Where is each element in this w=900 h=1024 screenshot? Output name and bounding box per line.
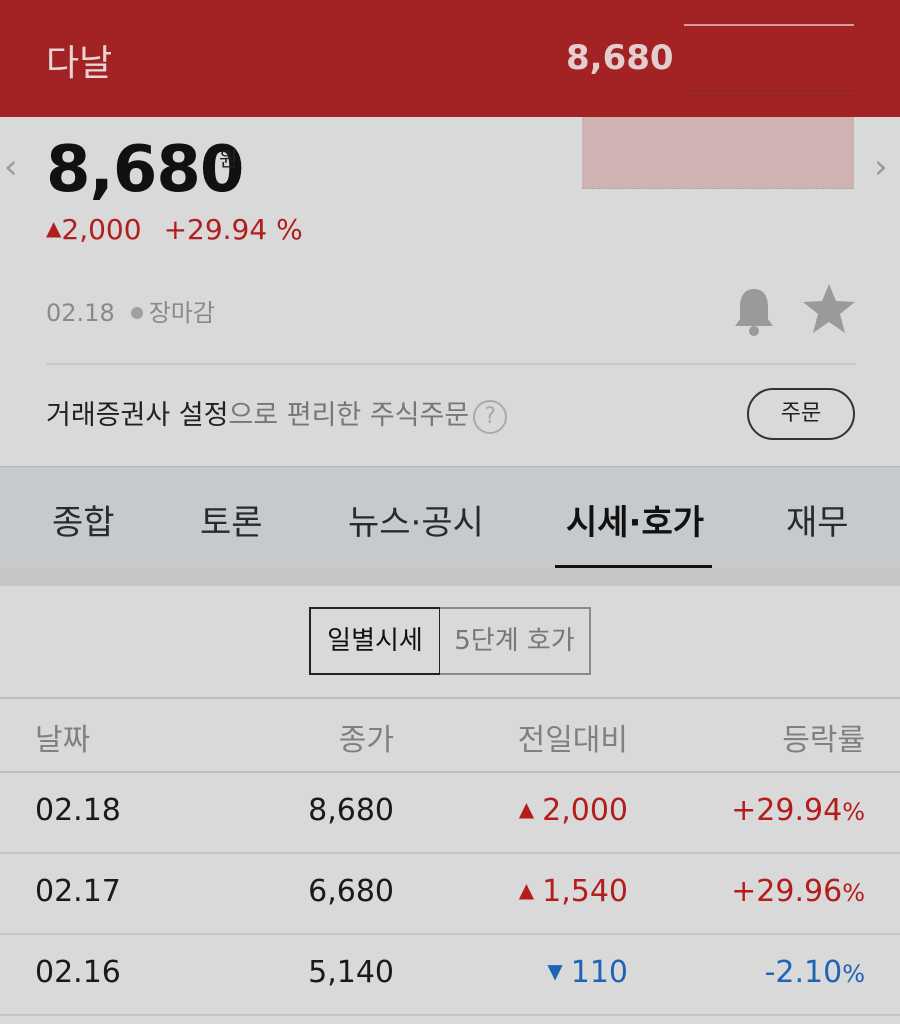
section-gap [0,568,900,586]
order-promo-bold: 거래증권사 설정 [46,400,229,431]
table-row: 02.18 8,680 ▲ 2,000 +29.94% [0,773,900,854]
row-diff: ▲ 1,540 [519,874,628,909]
trade-date: 02.18 [46,299,115,327]
row-close: 6,680 [308,874,394,909]
row-close: 8,680 [308,793,394,828]
tab-financials[interactable]: 재무 [786,495,849,544]
order-promo[interactable]: 거래증권사 설정으로 편리한 주식주문? [46,393,508,434]
mini-chart-baseline [684,90,854,92]
down-arrow-icon: ▼ [547,959,563,983]
stock-name: 다날 [46,43,113,84]
row-date: 02.18 [35,793,121,828]
percent-sign: % [842,798,865,826]
price-summary: ‹ › 8,680 원 ▲2,000 +29.94 % 02.18 장마감 거래증권… [0,117,900,467]
row-diff-value: 110 [570,955,628,990]
up-arrow-icon: ▲ [518,878,535,902]
percent-sign: % [842,879,865,907]
current-price: 8,680 [46,133,244,207]
tab-news[interactable]: 뉴스·공시 [348,495,484,544]
row-rate: +29.96% [731,874,865,909]
table-row: 02.17 6,680 ▲ 1,540 +29.96% [0,854,900,935]
tab-bar: 종합 토론 뉴스·공시 시세·호가 재무 [0,466,900,569]
price-unit: 원 [219,147,238,171]
tab-quotes[interactable]: 시세·호가 [566,495,704,544]
date-status: 02.18 장마감 [46,293,215,328]
star-icon[interactable] [801,281,857,337]
col-close: 종가 [338,723,394,758]
row-date: 02.16 [35,955,121,990]
help-icon[interactable]: ? [473,399,508,434]
chevron-right-icon[interactable]: › [874,147,888,187]
row-date: 02.17 [35,874,121,909]
tab-summary[interactable]: 종합 [52,495,115,544]
status-dot [130,306,143,319]
stock-header-bar: 다날 8,680 [0,0,900,117]
divider [46,363,856,365]
daily-price-table: 날짜 종가 전일대비 등락률 02.18 8,680 ▲ 2,000 +29.94… [0,697,900,1016]
table-row: 02.16 5,140 ▼ 110 -2.10% [0,935,900,1016]
row-rate-value: -2.10 [764,955,843,990]
change-amount: 2,000 [61,213,142,246]
row-rate: -2.10% [765,955,865,990]
col-date: 날짜 [35,723,91,758]
five-level-quote-toggle[interactable]: 5단계 호가 [440,607,591,675]
row-diff: ▲ 2,000 [519,793,628,828]
up-arrow-icon: ▲ [518,797,535,821]
order-promo-rest: 으로 편리한 주식주문 [228,400,470,431]
table-header: 날짜 종가 전일대비 등락률 [0,697,900,773]
chevron-left-icon[interactable]: ‹ [4,147,18,187]
price-change: ▲2,000 +29.94 % [46,213,303,246]
row-rate-value: +29.94 [731,793,843,828]
change-rate: +29.94 % [163,213,303,246]
row-close: 5,140 [308,955,394,990]
row-diff-value: 2,000 [542,793,628,828]
col-rate: 등락률 [782,723,865,758]
market-status: 장마감 [148,299,215,327]
row-diff: ▼ 110 [547,955,628,990]
tab-discussion[interactable]: 토론 [200,495,263,544]
row-diff-value: 1,540 [542,874,628,909]
row-rate: +29.94% [731,793,865,828]
order-button[interactable]: 주문 [747,388,855,440]
up-arrow-icon: ▲ [46,216,62,240]
percent-sign: % [842,960,865,988]
mini-chart-line [684,24,854,26]
row-rate-value: +29.96 [731,874,843,909]
col-diff: 전일대비 [517,723,628,758]
header-price: 8,680 [566,38,674,78]
bell-icon[interactable] [732,285,776,337]
mini-chart-area[interactable] [582,117,854,189]
daily-price-toggle[interactable]: 일별시세 [309,607,441,675]
